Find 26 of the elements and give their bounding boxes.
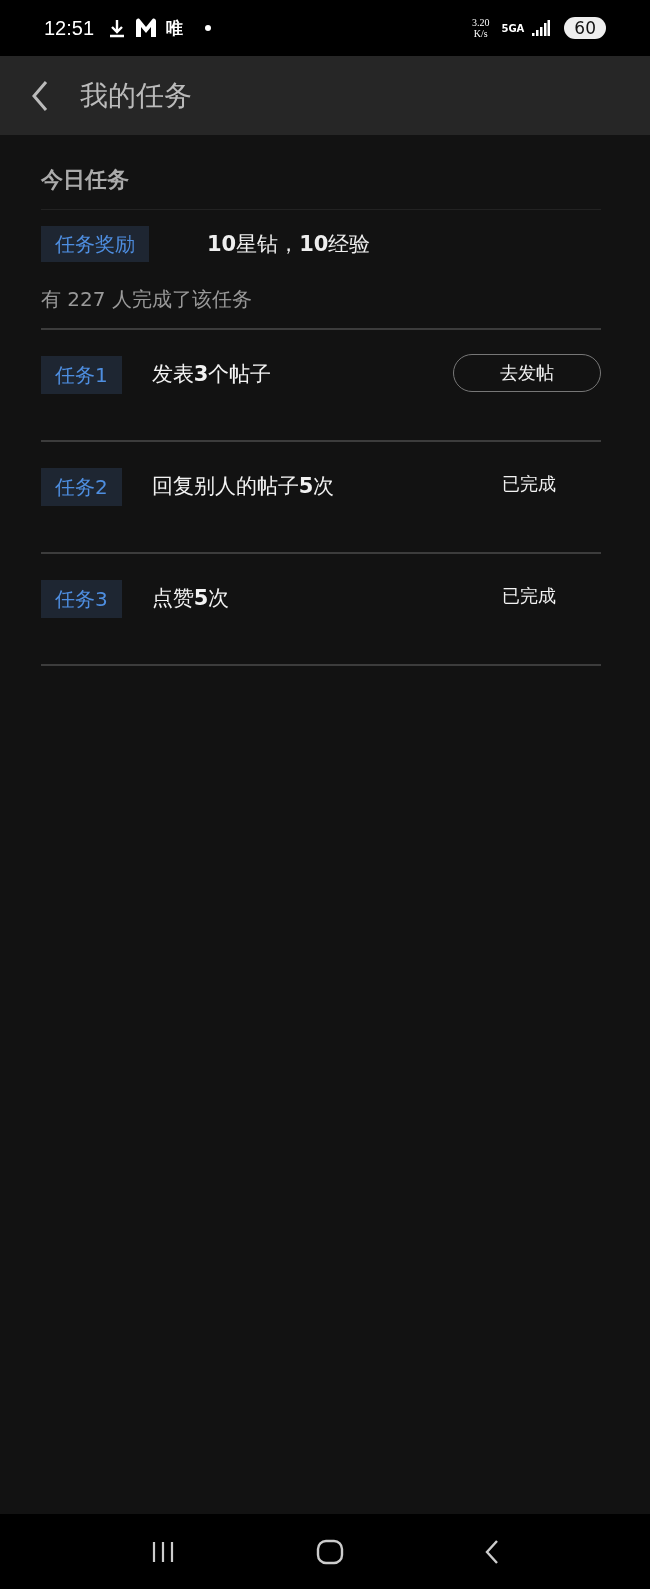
task-tag: 任务2: [41, 468, 122, 506]
network-type: 5GA: [501, 22, 525, 34]
task-status: 已完成: [502, 472, 556, 496]
page-title: 我的任务: [80, 77, 192, 114]
recent-apps-icon[interactable]: [150, 1539, 176, 1564]
task-tag: 任务1: [41, 356, 122, 394]
status-time: 12:51: [44, 16, 95, 40]
network-speed: 3.20 K/s: [471, 17, 490, 39]
task-title: 点赞5次: [151, 585, 231, 612]
signal-icon: [532, 20, 551, 36]
reward-text: 10星钻，10经验: [207, 231, 371, 258]
completed-count: 有 227 人完成了该任务: [41, 286, 253, 313]
battery-indicator: 60: [564, 17, 606, 39]
task-title: 回复别人的帖子5次: [151, 473, 336, 500]
app-logo-icon: [134, 17, 159, 39]
status-app-label: 唯: [166, 16, 184, 40]
back-icon[interactable]: [30, 79, 50, 112]
section-title: 今日任务: [41, 166, 130, 194]
task-title: 发表3个帖子: [151, 361, 273, 388]
reward-tag: 任务奖励: [41, 226, 149, 262]
home-icon[interactable]: [316, 1538, 344, 1565]
task-status: 已完成: [502, 584, 556, 608]
task-tag: 任务3: [41, 580, 122, 618]
notification-dot-icon: [205, 25, 212, 31]
back-nav-icon[interactable]: [484, 1538, 500, 1565]
download-icon: [108, 18, 127, 38]
